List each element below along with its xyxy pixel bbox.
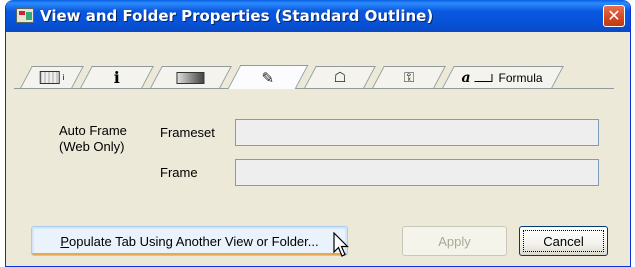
title-bar[interactable]: View and Folder Properties (Standard Out… <box>6 0 630 32</box>
tab-divider <box>14 88 614 89</box>
tab-security[interactable]: ⚿ <box>372 66 446 88</box>
tab-basics[interactable]: i <box>20 66 84 88</box>
key-icon: ⚿ <box>403 69 415 85</box>
tab-info[interactable]: i <box>80 66 154 88</box>
populate-tab-button[interactable]: Populate Tab Using Another View or Folde… <box>31 226 348 256</box>
frame-label: Frame <box>160 165 198 180</box>
frameset-label: Frameset <box>160 125 215 140</box>
small-info-icon: i <box>62 73 65 82</box>
tree-icon: ☖ <box>333 69 347 85</box>
tab-formula[interactable]: a Formula <box>442 66 564 88</box>
formula-icon: a <box>462 69 472 86</box>
frameset-field[interactable] <box>235 119 599 146</box>
info-icon: i <box>113 68 120 87</box>
cancel-button[interactable]: Cancel <box>519 226 608 256</box>
formula-line-icon <box>475 73 494 82</box>
frame-field[interactable] <box>235 159 599 186</box>
properties-box-icon <box>16 8 34 23</box>
auto-frame-label-line2: (Web Only) <box>59 139 125 154</box>
populate-label: opulate Tab Using Another View or Folder… <box>69 233 319 249</box>
window-title: View and Folder Properties (Standard Out… <box>40 7 434 25</box>
auto-frame-section-label: Auto Frame (Web Only) <box>59 123 127 155</box>
gradient-bar-icon <box>176 71 205 84</box>
tab-tree[interactable]: ☖ <box>304 66 376 88</box>
tab-advanced[interactable]: ✎ <box>227 65 309 89</box>
apply-button[interactable]: Apply <box>402 226 507 256</box>
tab-strip: i i ✎ ☖ ⚿ a Formula <box>14 65 614 89</box>
brush-icon: ✎ <box>261 69 275 87</box>
grid-info-icon <box>39 71 60 84</box>
auto-frame-label-line1: Auto Frame <box>59 123 127 138</box>
tab-style[interactable] <box>150 66 232 88</box>
focus-rect <box>523 230 604 252</box>
close-button[interactable]: ✕ <box>603 5 625 27</box>
populate-mnemonic: P <box>60 233 70 249</box>
tab-formula-label: Formula <box>499 70 544 85</box>
mouse-pointer-icon <box>333 232 349 257</box>
